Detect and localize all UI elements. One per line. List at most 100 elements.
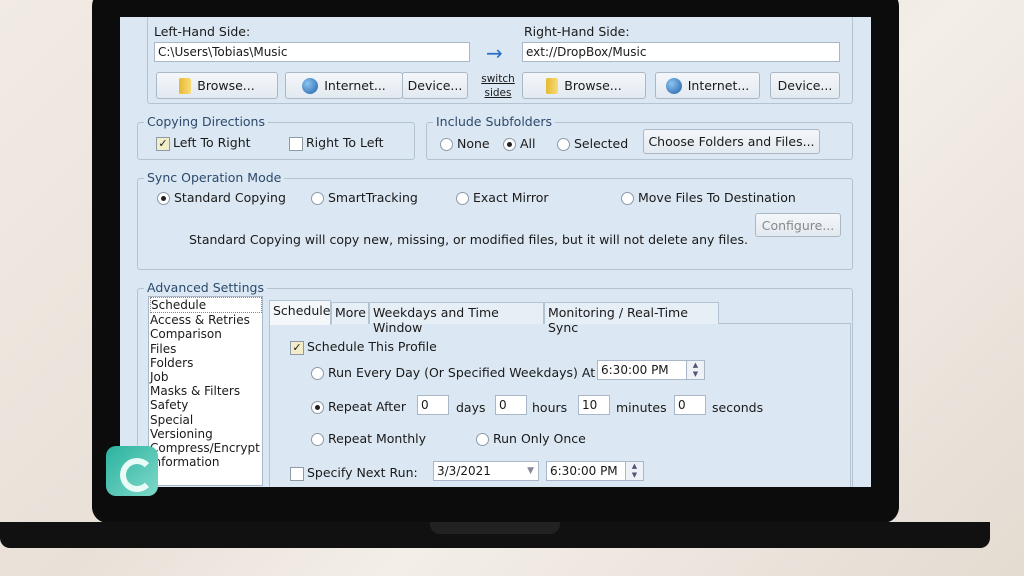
left-browse-button[interactable]: Browse...: [156, 72, 278, 99]
label: Schedule This Profile: [307, 339, 437, 354]
mode-move-files-radio[interactable]: Move Files To Destination: [621, 190, 796, 205]
label: All: [520, 136, 536, 151]
hours-input[interactable]: 0: [495, 395, 527, 415]
right-browse-button[interactable]: Browse...: [522, 72, 646, 99]
hours-label: hours: [532, 400, 568, 415]
laptop-notch: [430, 522, 560, 534]
advanced-list-item[interactable]: Comparison: [150, 327, 262, 341]
right-path-input[interactable]: ext://DropBox/Music: [522, 42, 840, 62]
next-run-date-picker[interactable]: 3/3/2021 ▼: [433, 461, 539, 481]
advanced-list-item[interactable]: Special: [150, 413, 262, 427]
subfolders-selected-radio[interactable]: Selected: [557, 136, 628, 151]
advanced-list-item[interactable]: Job: [150, 370, 262, 384]
dropdown-arrow-icon: ▼: [527, 466, 534, 476]
run-once-radio[interactable]: Run Only Once: [476, 431, 586, 446]
advanced-list-item[interactable]: Information: [150, 455, 262, 469]
label: Device...: [407, 78, 463, 93]
check-icon: ✓: [290, 340, 304, 355]
right-device-button[interactable]: Device...: [770, 72, 840, 99]
advanced-list-item[interactable]: Safety: [150, 398, 262, 412]
label: Choose Folders and Files...: [648, 134, 815, 149]
label: Run Every Day (Or Specified Weekdays) At: [328, 365, 596, 380]
label: Internet...: [687, 78, 750, 93]
checkbox-box: [290, 466, 304, 481]
label: Browse...: [197, 78, 255, 93]
label: Repeat After: [328, 399, 406, 414]
schedule-profile-checkbox[interactable]: ✓ Schedule This Profile: [290, 339, 437, 355]
repeat-monthly-radio[interactable]: Repeat Monthly: [311, 431, 426, 446]
label: Right To Left: [306, 135, 384, 150]
tab-more[interactable]: More: [331, 302, 369, 324]
label: Selected: [574, 136, 629, 151]
mode-exact-mirror-radio[interactable]: Exact Mirror: [456, 190, 549, 205]
left-internet-button[interactable]: Internet...: [285, 72, 403, 99]
mode-description: Standard Copying will copy new, missing,…: [189, 232, 748, 247]
right-internet-button[interactable]: Internet...: [655, 72, 760, 99]
radio: [621, 192, 634, 205]
seconds-label: seconds: [712, 400, 764, 415]
advanced-list-item[interactable]: Compress/Encrypt: [150, 441, 262, 455]
configure-button[interactable]: Configure...: [755, 213, 841, 237]
run-every-day-radio[interactable]: Run Every Day (Or Specified Weekdays) At: [311, 365, 595, 380]
advanced-list-item[interactable]: Schedule: [150, 297, 262, 314]
l1: switch: [481, 73, 515, 85]
advanced-list-item[interactable]: Versioning: [150, 427, 262, 441]
tab-monitoring[interactable]: Monitoring / Real-Time Sync: [544, 302, 719, 335]
label: Specify Next Run:: [307, 465, 418, 480]
legend: Include Subfolders: [433, 114, 556, 129]
mode-standard-radio[interactable]: Standard Copying: [157, 190, 286, 205]
minutes-input[interactable]: 10: [578, 395, 610, 415]
radio: [456, 192, 469, 205]
time-spinner[interactable]: ▲ ▼: [686, 360, 705, 380]
value: 3/3/2021: [437, 464, 491, 478]
days-input[interactable]: 0: [417, 395, 449, 415]
left-device-button[interactable]: Device...: [402, 72, 468, 99]
left-side-label: Left-Hand Side:: [154, 24, 251, 39]
label: Device...: [777, 78, 833, 93]
label: Left To Right: [173, 135, 251, 150]
radio: [440, 138, 453, 151]
advanced-list-item[interactable]: Folders: [150, 356, 262, 370]
tab-schedule[interactable]: Schedule: [269, 300, 331, 325]
folder-icon: [546, 77, 559, 94]
choose-folders-button[interactable]: Choose Folders and Files...: [643, 129, 820, 154]
app-logo-watermark: [106, 446, 158, 496]
left-path-input[interactable]: C:\Users\Tobias\Music: [154, 42, 470, 62]
advanced-settings-list[interactable]: Schedule Access & Retries Comparison Files F…: [148, 296, 263, 486]
advanced-list-item[interactable]: Masks & Filters: [150, 384, 262, 398]
tab-weekdays[interactable]: Weekdays and Time Window: [369, 302, 544, 335]
globe-icon: [302, 77, 319, 94]
radio: [311, 192, 324, 205]
every-day-time-input[interactable]: 6:30:00 PM: [597, 360, 687, 380]
advanced-list-item[interactable]: Files: [150, 342, 262, 356]
checkbox-box: [289, 136, 303, 151]
label: Internet...: [324, 78, 386, 93]
check-icon: ✓: [156, 136, 170, 151]
seconds-input[interactable]: 0: [674, 395, 706, 415]
label: Run Only Once: [493, 431, 586, 446]
radio: [311, 401, 324, 414]
label: Move Files To Destination: [638, 190, 796, 205]
legend: Advanced Settings: [144, 280, 267, 295]
radio: [157, 192, 170, 205]
label: SmartTracking: [328, 190, 418, 205]
label: Browse...: [564, 78, 622, 93]
sync-profile-window: Left-Hand Side: C:\Users\Tobias\Music Br…: [120, 17, 871, 487]
legend: Copying Directions: [144, 114, 268, 129]
switch-sides-link[interactable]: switch sides: [480, 72, 516, 100]
next-time-spinner[interactable]: ▲ ▼: [625, 461, 644, 481]
label: Standard Copying: [174, 190, 286, 205]
subfolders-all-radio[interactable]: All: [503, 136, 536, 151]
right-to-left-checkbox[interactable]: Right To Left: [289, 135, 384, 151]
folder-icon: [179, 77, 192, 94]
globe-icon: [665, 77, 682, 94]
legend: Sync Operation Mode: [144, 170, 285, 185]
repeat-after-radio[interactable]: Repeat After: [311, 399, 406, 414]
subfolders-none-radio[interactable]: None: [440, 136, 490, 151]
specify-next-run-checkbox[interactable]: Specify Next Run:: [290, 465, 418, 481]
next-run-time-input[interactable]: 6:30:00 PM: [546, 461, 626, 481]
radio: [311, 433, 324, 446]
left-to-right-checkbox[interactable]: ✓ Left To Right: [156, 135, 251, 151]
mode-smarttracking-radio[interactable]: SmartTracking: [311, 190, 418, 205]
advanced-list-item[interactable]: Access & Retries: [150, 313, 262, 327]
